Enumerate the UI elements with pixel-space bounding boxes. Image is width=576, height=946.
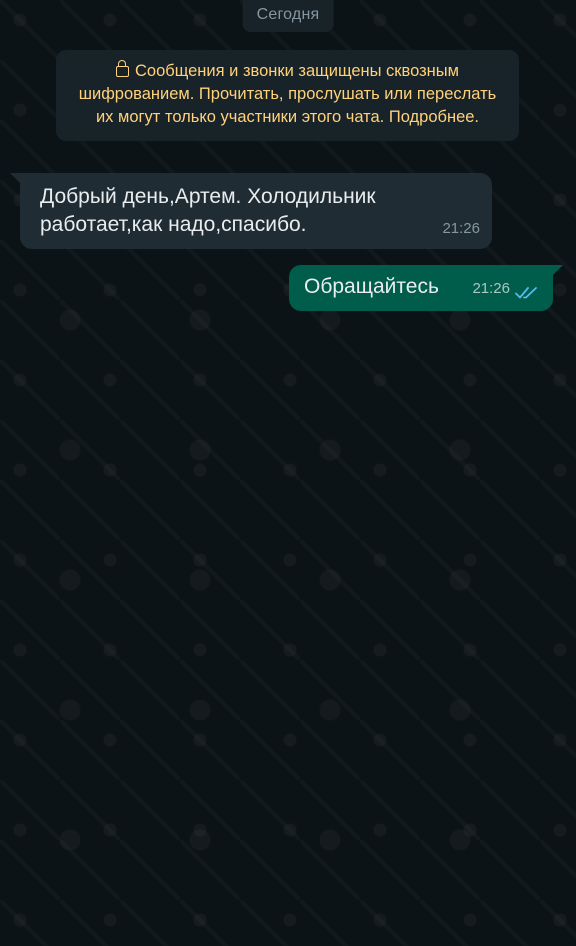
lock-icon <box>116 60 130 77</box>
outgoing-message[interactable]: Обращайтесь 21:26 <box>289 265 563 311</box>
message-time: 21:26 <box>472 280 510 297</box>
double-check-icon <box>515 287 537 299</box>
date-chip: Сегодня <box>242 0 334 32</box>
message-text: Обращайтесь <box>304 275 439 298</box>
chat-area[interactable]: Сегодня Сообщения и звонки защищены скво… <box>0 0 576 946</box>
incoming-message[interactable]: Добрый день,Артем. Холодильник работает,… <box>10 173 492 249</box>
encryption-notice[interactable]: Сообщения и звонки защищены сквозным шиф… <box>56 50 519 141</box>
message-text: Добрый день,Артем. Холодильник работает,… <box>40 185 376 236</box>
message-time: 21:26 <box>442 220 480 237</box>
encryption-notice-text: Сообщения и звонки защищены сквозным шиф… <box>78 62 497 126</box>
